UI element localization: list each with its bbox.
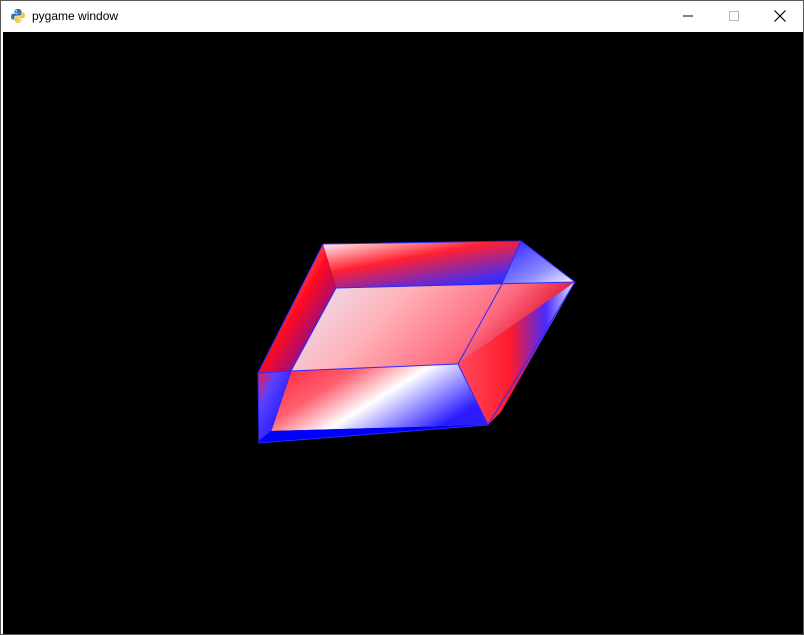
window-controls xyxy=(665,1,803,31)
maximize-icon xyxy=(729,11,739,21)
window-title: pygame window xyxy=(32,9,119,23)
python-icon xyxy=(10,8,26,24)
app-window: pygame window xyxy=(0,0,804,635)
title-bar[interactable]: pygame window xyxy=(1,1,803,31)
minimize-button[interactable] xyxy=(665,1,711,31)
render-scene xyxy=(257,240,576,444)
pygame-canvas[interactable] xyxy=(3,32,803,634)
minimize-icon xyxy=(683,11,693,21)
box-face-bottom xyxy=(271,364,488,431)
close-button[interactable] xyxy=(757,1,803,31)
maximize-button[interactable] xyxy=(711,1,757,31)
close-icon xyxy=(774,10,786,22)
